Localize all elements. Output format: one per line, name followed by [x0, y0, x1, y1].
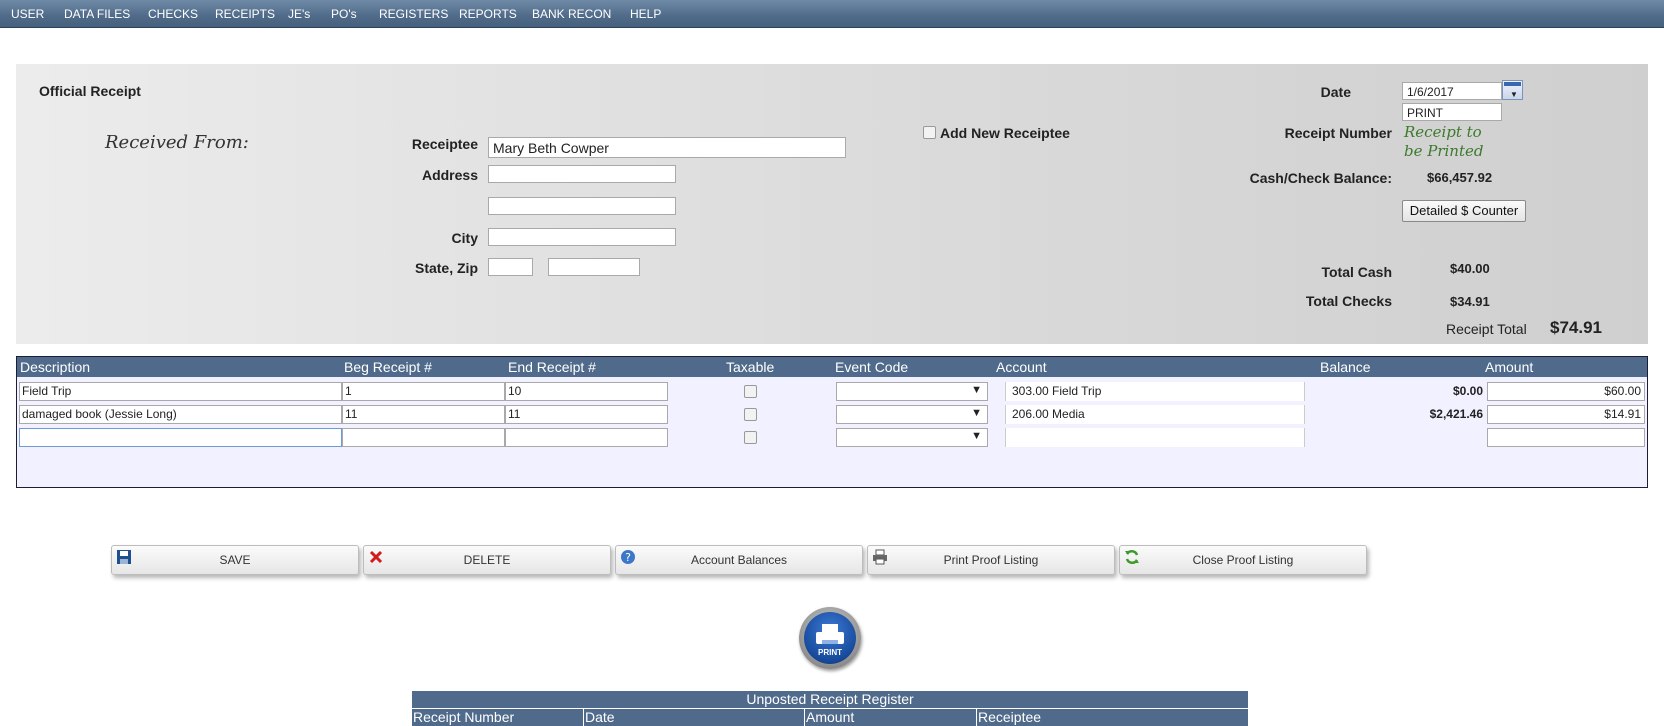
- add-new-receiptee-checkbox[interactable]: [923, 126, 936, 139]
- print-status-field[interactable]: PRINT: [1402, 103, 1502, 121]
- address-label: Address: [421, 167, 478, 183]
- menu-data-files[interactable]: DATA FILES: [64, 7, 130, 21]
- row1-account: 303.00 Field Trip: [1005, 382, 1305, 401]
- row2-description[interactable]: damaged book (Jessie Long): [19, 405, 342, 424]
- row2-balance: $2,421.46: [1429, 407, 1483, 421]
- receipt-number-label: Receipt Number: [1284, 125, 1392, 141]
- print-proof-label: Print Proof Listing: [943, 553, 1039, 567]
- row3-event-code-select[interactable]: ▼: [836, 428, 988, 447]
- menu-receipts[interactable]: RECEIPTS: [215, 7, 275, 21]
- receipt-total-value: $74.91: [1550, 318, 1602, 337]
- row1-balance: $0.00: [1452, 384, 1483, 398]
- col-beg-receipt: Beg Receipt #: [344, 359, 432, 375]
- menu-checks[interactable]: CHECKS: [148, 7, 198, 21]
- print-round-button[interactable]: PRINT: [799, 607, 861, 669]
- row3-end-receipt[interactable]: [505, 428, 668, 447]
- top-menu-bar: USER DATA FILES CHECKS RECEIPTS JE's PO'…: [0, 0, 1664, 28]
- calendar-icon[interactable]: ▼: [1502, 80, 1523, 100]
- date-label: Date: [1320, 84, 1351, 100]
- col-balance: Balance: [1320, 359, 1371, 375]
- unposted-receipt-register: Unposted Receipt Register Receipt Number…: [412, 691, 1248, 726]
- chevron-down-icon: ▼: [971, 430, 982, 442]
- register-col-date: Date: [583, 709, 615, 726]
- menu-user[interactable]: USER: [11, 7, 44, 21]
- row2-taxable-checkbox[interactable]: [744, 408, 757, 421]
- delete-label: DELETE: [463, 553, 511, 567]
- close-proof-label: Close Proof Listing: [1192, 553, 1294, 567]
- row1-end-receipt[interactable]: 10: [505, 382, 668, 401]
- address-line1-input[interactable]: [488, 165, 676, 183]
- menu-reports[interactable]: REPORTS: [459, 7, 517, 21]
- row1-beg-receipt[interactable]: 1: [342, 382, 505, 401]
- received-from-label: Received From:: [105, 132, 249, 153]
- account-balances-button[interactable]: ? Account Balances: [615, 545, 863, 575]
- grid-header: Description Beg Receipt # End Receipt # …: [17, 357, 1647, 377]
- receipt-line-grid: Description Beg Receipt # End Receipt # …: [16, 356, 1648, 488]
- row1-description[interactable]: Field Trip: [19, 382, 342, 401]
- receiptee-label: Receiptee: [411, 136, 478, 152]
- print-proof-listing-button[interactable]: Print Proof Listing: [867, 545, 1115, 575]
- total-checks-label: Total Checks: [1305, 293, 1392, 309]
- chevron-down-icon: ▼: [971, 407, 982, 419]
- save-label: SAVE: [219, 553, 251, 567]
- print-icon-label: PRINT: [818, 648, 842, 657]
- register-col-amount: Amount: [804, 709, 855, 726]
- col-account: Account: [996, 359, 1047, 375]
- row2-beg-receipt[interactable]: 11: [342, 405, 505, 424]
- row2-amount[interactable]: $14.91: [1487, 405, 1645, 424]
- col-amount: Amount: [1485, 359, 1534, 375]
- menu-jes[interactable]: JE's: [288, 7, 310, 21]
- col-taxable: Taxable: [726, 359, 775, 375]
- state-input[interactable]: [488, 258, 533, 276]
- col-description: Description: [20, 359, 91, 375]
- row3-amount[interactable]: [1487, 428, 1645, 447]
- row2-end-receipt[interactable]: 11: [505, 405, 668, 424]
- register-col-receipt-number: Receipt Number: [413, 709, 515, 725]
- row3-description[interactable]: [19, 428, 342, 447]
- address-line2-input[interactable]: [488, 197, 676, 215]
- total-checks-value: $34.91: [1450, 294, 1490, 309]
- date-input[interactable]: 1/6/2017: [1402, 82, 1502, 100]
- col-event-code: Event Code: [835, 359, 909, 375]
- row3-taxable-checkbox[interactable]: [744, 431, 757, 444]
- receipt-number-value: Receipt to be Printed: [1404, 123, 1484, 160]
- menu-pos[interactable]: PO's: [331, 7, 357, 21]
- menu-help[interactable]: HELP: [630, 7, 661, 21]
- detailed-counter-button[interactable]: Detailed $ Counter: [1402, 200, 1526, 222]
- receiptee-input[interactable]: Mary Beth Cowper: [488, 137, 846, 158]
- chevron-down-icon: ▼: [971, 384, 982, 396]
- register-col-receiptee: Receiptee: [976, 709, 1042, 726]
- save-button[interactable]: SAVE: [111, 545, 359, 575]
- total-cash-label: Total Cash: [1321, 264, 1392, 280]
- cash-check-balance-value: $66,457.92: [1427, 170, 1493, 185]
- add-new-receiptee-label: Add New Receiptee: [940, 125, 1070, 141]
- receipt-total-label: Receipt Total: [1446, 321, 1527, 337]
- cash-check-balance-label: Cash/Check Balance:: [1249, 170, 1392, 186]
- total-cash-value: $40.00: [1450, 261, 1490, 276]
- row1-amount[interactable]: $60.00: [1487, 382, 1645, 401]
- col-end-receipt: End Receipt #: [508, 359, 596, 375]
- row2-event-code-select[interactable]: ▼: [836, 405, 988, 424]
- close-proof-listing-button[interactable]: Close Proof Listing: [1119, 545, 1367, 575]
- menu-bank-recon[interactable]: BANK RECON: [532, 7, 611, 21]
- city-label: City: [451, 230, 478, 246]
- row1-event-code-select[interactable]: ▼: [836, 382, 988, 401]
- register-title: Unposted Receipt Register: [412, 691, 1248, 708]
- account-balances-label: Account Balances: [690, 553, 788, 567]
- row3-account: [1005, 428, 1305, 447]
- delete-button[interactable]: DELETE: [363, 545, 611, 575]
- city-input[interactable]: [488, 228, 676, 246]
- receipt-header-panel: Official Receipt Received From: Receipte…: [16, 64, 1648, 344]
- page-title: Official Receipt: [39, 83, 141, 99]
- row3-beg-receipt[interactable]: [342, 428, 505, 447]
- register-columns: Receipt Number Date Amount Receiptee: [412, 709, 1248, 726]
- row2-account: 206.00 Media: [1005, 405, 1305, 424]
- row1-taxable-checkbox[interactable]: [744, 385, 757, 398]
- state-zip-label: State, Zip: [414, 260, 478, 276]
- menu-registers[interactable]: REGISTERS: [379, 7, 448, 21]
- zip-input[interactable]: [548, 258, 640, 276]
- printer-icon: PRINT: [804, 612, 856, 664]
